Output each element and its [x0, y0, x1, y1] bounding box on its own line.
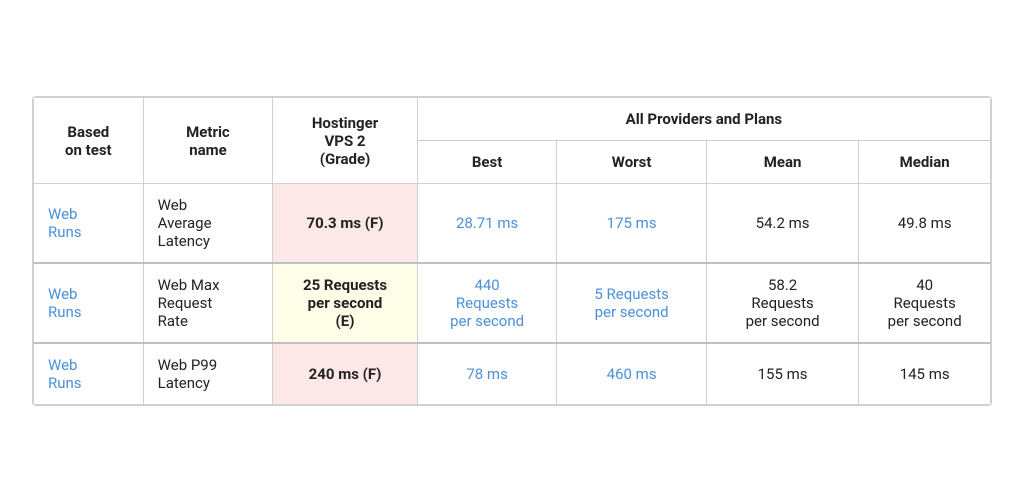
median-cell: 145 ms [859, 343, 991, 405]
based-on-cell[interactable]: WebRuns [34, 184, 144, 264]
hostinger-val-cell: 240 ms (F) [273, 343, 418, 405]
col-based-on-header: Basedon test [34, 98, 144, 184]
best-link[interactable]: 78 ms [466, 365, 507, 383]
col-median-header: Median [859, 141, 991, 184]
median-cell: 40Requestsper second [859, 263, 991, 343]
worst-link[interactable]: 460 ms [607, 365, 657, 383]
worst-link[interactable]: 175 ms [607, 214, 657, 232]
based-on-link[interactable]: WebRuns [48, 356, 82, 392]
col-best-header: Best [417, 141, 557, 184]
worst-cell[interactable]: 460 ms [557, 343, 706, 405]
best-cell[interactable]: 78 ms [417, 343, 557, 405]
mean-cell: 58.2Requestsper second [706, 263, 858, 343]
col-mean-header: Mean [706, 141, 858, 184]
table-row: WebRuns Web P99Latency 240 ms (F) 78 ms … [34, 343, 991, 405]
table-row: WebRuns Web MaxRequestRate 25 Requestspe… [34, 263, 991, 343]
median-cell: 49.8 ms [859, 184, 991, 264]
worst-cell[interactable]: 5 Requestsper second [557, 263, 706, 343]
best-cell[interactable]: 28.71 ms [417, 184, 557, 264]
hostinger-val-cell: 25 Requestsper second(E) [273, 263, 418, 343]
best-cell[interactable]: 440Requestsper second [417, 263, 557, 343]
all-providers-header: All Providers and Plans [417, 98, 990, 141]
col-hostinger-header: HostingerVPS 2(Grade) [273, 98, 418, 184]
worst-link[interactable]: 5 Requestsper second [594, 285, 669, 321]
based-on-cell[interactable]: WebRuns [34, 343, 144, 405]
worst-cell[interactable]: 175 ms [557, 184, 706, 264]
metric-cell: Web P99Latency [143, 343, 273, 405]
performance-table: Basedon test Metricname HostingerVPS 2(G… [32, 96, 992, 406]
based-on-link[interactable]: WebRuns [48, 205, 82, 241]
mean-cell: 54.2 ms [706, 184, 858, 264]
hostinger-val-cell: 70.3 ms (F) [273, 184, 418, 264]
col-worst-header: Worst [557, 141, 706, 184]
best-link[interactable]: 440Requestsper second [450, 276, 524, 330]
based-on-cell[interactable]: WebRuns [34, 263, 144, 343]
best-link[interactable]: 28.71 ms [456, 214, 518, 232]
table-row: WebRuns WebAverageLatency 70.3 ms (F) 28… [34, 184, 991, 264]
mean-cell: 155 ms [706, 343, 858, 405]
based-on-link[interactable]: WebRuns [48, 285, 82, 321]
col-metric-header: Metricname [143, 98, 273, 184]
metric-cell: Web MaxRequestRate [143, 263, 273, 343]
metric-cell: WebAverageLatency [143, 184, 273, 264]
